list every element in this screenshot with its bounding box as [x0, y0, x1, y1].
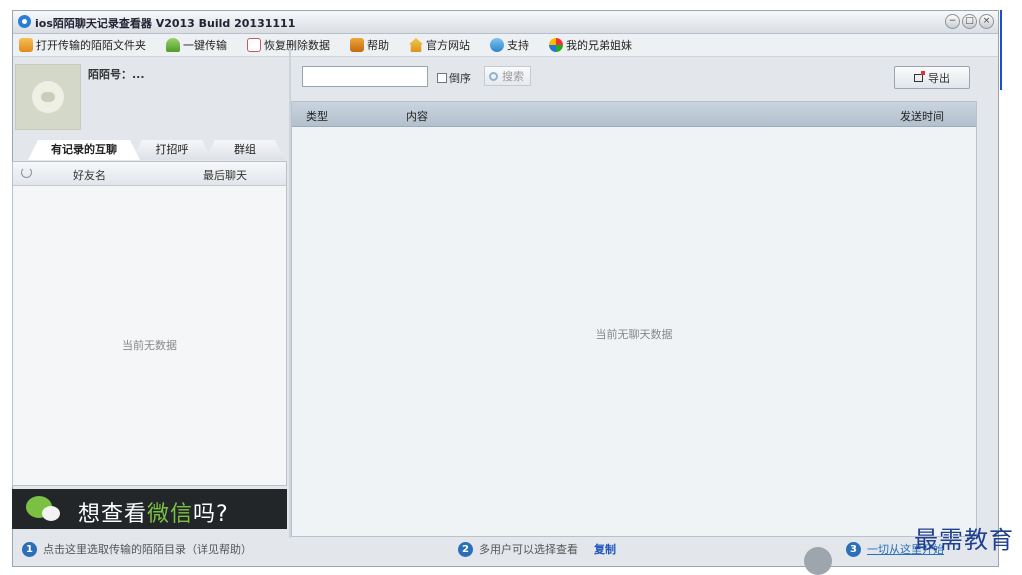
- step-1-badge: 1: [22, 541, 37, 557]
- column-friend-name[interactable]: 好友名: [73, 167, 106, 183]
- menu-one-click-transfer[interactable]: 一键传输: [166, 37, 227, 53]
- column-send-time[interactable]: 发送时间: [900, 108, 944, 124]
- maximize-button[interactable]: □: [962, 14, 977, 29]
- support-icon: [490, 38, 504, 52]
- close-button[interactable]: ×: [979, 14, 994, 29]
- wechat-icon: [26, 496, 60, 521]
- reverse-order-toggle[interactable]: 倒序: [437, 70, 471, 86]
- menu-official-site[interactable]: 官方网站: [409, 37, 470, 53]
- step-1-text: 点击这里选取传输的陌陌目录（详见帮助）: [43, 543, 252, 556]
- folder-icon: [19, 38, 33, 52]
- step-2-hint: 2 多用户可以选择查看 复制: [458, 541, 616, 557]
- menu-help[interactable]: 帮助: [350, 37, 389, 53]
- decorative-circle: [804, 547, 832, 575]
- menu-bar: 打开传输的陌陌文件夹 一键传输 恢复删除数据 帮助 官方网站 支持 我的兄弟姐妹: [13, 34, 998, 57]
- search-button[interactable]: 搜索: [484, 66, 531, 86]
- menu-label: 支持: [507, 39, 529, 52]
- menu-label: 一键传输: [183, 39, 227, 52]
- chat-table-header: 类型 内容 发送时间: [292, 102, 976, 127]
- menu-open-folder[interactable]: 打开传输的陌陌文件夹: [19, 37, 146, 53]
- tab-recorded-chats[interactable]: 有记录的互聊: [28, 140, 140, 160]
- search-input[interactable]: [302, 66, 428, 87]
- step-2-text: 多用户可以选择查看: [479, 543, 578, 556]
- watermark-text: 最需教育: [914, 526, 1014, 554]
- export-button-label: 导出: [928, 71, 950, 85]
- friend-list[interactable]: 好友名 最后聊天 当前无数据: [12, 161, 287, 486]
- default-avatar-icon: [32, 81, 64, 113]
- search-button-label: 搜索: [502, 70, 524, 83]
- refresh-icon[interactable]: [21, 167, 32, 178]
- wechat-banner-text: 想查看微信吗?: [78, 496, 229, 528]
- menu-support[interactable]: 支持: [490, 37, 529, 53]
- wechat-banner[interactable]: 想查看微信吗?: [12, 489, 287, 529]
- minimize-button[interactable]: −: [945, 14, 960, 29]
- banner-prefix: 想查看: [78, 502, 148, 527]
- copy-link[interactable]: 复制: [594, 541, 616, 557]
- app-logo-icon: [18, 15, 31, 28]
- menu-label: 官方网站: [426, 39, 470, 52]
- step-3-badge: 3: [846, 541, 861, 557]
- chat-table-empty-text: 当前无聊天数据: [595, 328, 673, 341]
- window-controls: − □ ×: [945, 14, 994, 29]
- blue-edge-decoration: [1000, 10, 1002, 90]
- step-2-badge: 2: [458, 541, 473, 557]
- column-content[interactable]: 内容: [406, 108, 428, 124]
- friend-list-header: 好友名 最后聊天: [13, 162, 286, 186]
- tab-groups[interactable]: 群组: [205, 140, 285, 160]
- menu-label: 帮助: [367, 39, 389, 52]
- help-book-icon: [350, 38, 364, 52]
- reverse-order-checkbox[interactable]: [437, 73, 447, 83]
- reverse-order-label: 倒序: [449, 72, 471, 85]
- window-title: ios陌陌聊天记录查看器 V2013 Build 20131111: [35, 17, 296, 30]
- menu-label: 恢复删除数据: [264, 39, 330, 52]
- column-last-chat[interactable]: 最后聊天: [203, 167, 247, 183]
- transfer-icon: [166, 38, 180, 52]
- momo-id-label: 陌陌号：...: [88, 68, 145, 81]
- chat-table[interactable]: 类型 内容 发送时间 当前无聊天数据: [291, 101, 977, 537]
- colorful-ball-icon: [549, 38, 563, 52]
- home-icon: [409, 38, 423, 52]
- restore-icon: [247, 38, 261, 52]
- menu-siblings[interactable]: 我的兄弟姐妹: [549, 37, 632, 53]
- menu-label: 我的兄弟姐妹: [566, 39, 632, 52]
- step-1-hint[interactable]: 1 点击这里选取传输的陌陌目录（详见帮助）: [22, 541, 252, 557]
- column-type[interactable]: 类型: [306, 108, 328, 124]
- export-button[interactable]: 导出: [894, 66, 970, 89]
- menu-label: 打开传输的陌陌文件夹: [36, 39, 146, 52]
- title-bar: ios陌陌聊天记录查看器 V2013 Build 20131111 − □ ×: [13, 11, 998, 34]
- search-icon: [489, 71, 498, 81]
- contact-tabs: 群组 打招呼 有记录的互聊: [12, 139, 288, 161]
- export-icon: [914, 70, 925, 82]
- status-bar: 1 点击这里选取传输的陌陌目录（详见帮助） 2 多用户可以选择查看 复制 3 一…: [0, 539, 1022, 557]
- banner-suffix: 吗?: [193, 502, 229, 527]
- avatar[interactable]: [15, 64, 81, 130]
- friend-list-empty-text: 当前无数据: [122, 339, 177, 352]
- banner-highlight: 微信: [147, 502, 194, 527]
- tab-greetings[interactable]: 打招呼: [132, 140, 212, 160]
